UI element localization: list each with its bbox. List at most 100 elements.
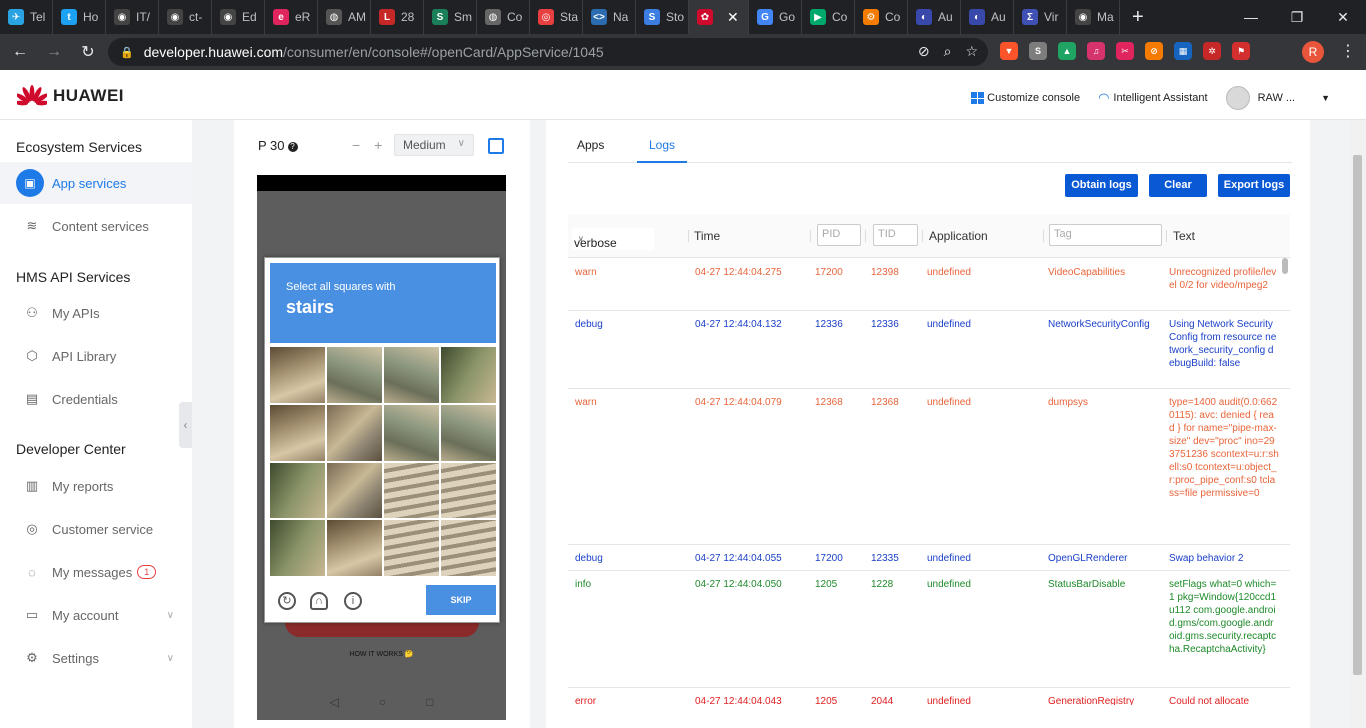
browser-tab[interactable]: ◉ ct-: [159, 0, 212, 34]
browser-tab[interactable]: ◍ AM: [318, 0, 371, 34]
audio-challenge-icon[interactable]: ∩: [310, 592, 328, 610]
browser-menu-icon[interactable]: ⋮: [1340, 41, 1356, 61]
user-menu[interactable]: RAW ... ▼: [1225, 86, 1330, 110]
tag-filter-input[interactable]: Tag: [1049, 224, 1162, 246]
browser-tab[interactable]: ◍ Co: [477, 0, 530, 34]
sidebar-item-my-account[interactable]: ▭ My account ∨: [0, 594, 192, 636]
sidebar-item-customer-service[interactable]: ◎ Customer service: [0, 508, 192, 550]
no-entry-icon[interactable]: ⊘: [1145, 42, 1163, 60]
zoom-icon[interactable]: ⌕: [944, 43, 952, 60]
phone-screen[interactable]: HOW IT WORKS 🤔 ◁ ○ □ Select all squares …: [257, 175, 506, 720]
browser-tab[interactable]: ◉ Ma: [1067, 0, 1120, 34]
browser-tab[interactable]: t Ho: [53, 0, 106, 34]
page-scrollbar[interactable]: [1349, 120, 1366, 728]
captcha-tile[interactable]: [441, 520, 496, 576]
bookmark-star-icon[interactable]: ☆: [965, 43, 978, 60]
scissors-icon[interactable]: ✂: [1116, 42, 1134, 60]
captcha-tile[interactable]: [327, 462, 382, 519]
profile-avatar[interactable]: R: [1302, 41, 1324, 63]
captcha-tile[interactable]: [384, 404, 439, 461]
browser-tab[interactable]: Σ Vir: [1014, 0, 1067, 34]
gear-ext-icon[interactable]: ✲: [1203, 42, 1221, 60]
address-bar[interactable]: 🔒 developer.huawei.com/consumer/en/conso…: [108, 38, 988, 66]
brave-shield-icon[interactable]: ▼: [1000, 42, 1018, 60]
sidebar-item-app-services[interactable]: ▣ App services: [0, 162, 192, 204]
browser-tab[interactable]: e eR: [265, 0, 318, 34]
help-icon[interactable]: ?: [287, 142, 298, 152]
browser-tab[interactable]: ▶ Co: [802, 0, 855, 34]
skype-icon[interactable]: S: [1029, 42, 1047, 60]
table-row[interactable]: error 04-27 12:44:04.043 1205 2044 undefined…: [568, 688, 1290, 705]
log-level-select[interactable]: ∨ verbose: [572, 228, 654, 250]
sidebar-item-content-services[interactable]: ≋ Content services: [0, 205, 192, 247]
browser-tab[interactable]: ✿ ✕: [689, 0, 749, 34]
reload-icon[interactable]: ↻: [74, 42, 102, 62]
collapse-sidebar-handle[interactable]: ‹: [179, 402, 192, 448]
browser-tab[interactable]: S Sto: [636, 0, 689, 34]
minimize-icon[interactable]: —: [1228, 9, 1274, 25]
captcha-tile[interactable]: [327, 404, 382, 461]
sidebar-item-my-apis[interactable]: ⚇ My APIs: [0, 292, 192, 334]
captcha-tile[interactable]: [441, 462, 496, 519]
intelligent-assistant-link[interactable]: ◠ Intelligent Assistant: [1098, 90, 1208, 106]
tab-apps[interactable]: Apps: [577, 138, 604, 152]
browser-tab[interactable]: ◎ Sta: [530, 0, 583, 34]
log-scrollbar-thumb[interactable]: [1282, 258, 1288, 274]
clear-button[interactable]: Clear: [1149, 174, 1207, 197]
table-row[interactable]: warn 04-27 12:44:04.275 17200 12398 undefine…: [568, 259, 1290, 311]
sidebar-item-credentials[interactable]: ▤ Credentials: [0, 378, 192, 420]
nav-back-icon[interactable]: ◁: [330, 695, 339, 709]
close-tab-icon[interactable]: ✕: [727, 9, 739, 26]
zoom-in-button[interactable]: +: [374, 137, 382, 153]
captcha-tile[interactable]: [270, 462, 325, 519]
camera-blocked-icon[interactable]: ⊘: [918, 43, 930, 60]
captcha-tile[interactable]: [384, 347, 439, 403]
table-row[interactable]: warn 04-27 12:44:04.079 12368 12368 undefine…: [568, 389, 1290, 545]
captcha-tile[interactable]: [384, 520, 439, 576]
browser-tab[interactable]: <> Na: [583, 0, 636, 34]
customize-console-link[interactable]: Customize console: [971, 92, 1080, 104]
music-icon[interactable]: ♫: [1087, 42, 1105, 60]
browser-tab[interactable]: G Go: [749, 0, 802, 34]
captcha-tile[interactable]: [384, 462, 439, 519]
captcha-tile[interactable]: [327, 347, 382, 403]
restore-icon[interactable]: ❐: [1274, 9, 1320, 26]
sidebar-item-my-reports[interactable]: ▥ My reports: [0, 465, 192, 507]
back-icon[interactable]: ←: [6, 43, 34, 61]
browser-tab[interactable]: ◉ IT/: [106, 0, 159, 34]
skip-button[interactable]: SKIP: [426, 585, 496, 615]
sidebar-item-api-library[interactable]: ⬡ API Library: [0, 335, 192, 377]
nav-recents-icon[interactable]: □: [426, 695, 433, 709]
tab-logs[interactable]: Logs: [636, 138, 688, 163]
close-window-icon[interactable]: ✕: [1320, 9, 1366, 26]
how-it-works-link[interactable]: HOW IT WORKS 🤔: [257, 650, 506, 658]
browser-tab[interactable]: ◐ Au: [961, 0, 1014, 34]
nav-home-icon[interactable]: ○: [379, 695, 386, 709]
browser-tab[interactable]: ◐ Au: [908, 0, 961, 34]
captcha-tile[interactable]: [327, 520, 382, 576]
browser-tab[interactable]: ◉ Ed: [212, 0, 265, 34]
google-drive-icon[interactable]: ▲: [1058, 42, 1076, 60]
zoom-out-button[interactable]: −: [352, 137, 360, 153]
sidebar-item-my-messages[interactable]: ◌ My messages 1: [0, 551, 192, 593]
table-row[interactable]: debug 04-27 12:44:04.132 12336 12336 undefin…: [568, 311, 1290, 389]
sidebar-item-settings[interactable]: ⚙ Settings ∨: [0, 637, 192, 679]
new-tab-button[interactable]: +: [1132, 6, 1144, 29]
forward-icon[interactable]: →: [40, 43, 68, 61]
table-row[interactable]: debug 04-27 12:44:04.055 17200 12335 undefin…: [568, 545, 1290, 571]
info-icon[interactable]: i: [344, 592, 362, 610]
huawei-logo[interactable]: HUAWEI: [17, 84, 124, 108]
browser-tab[interactable]: S Sm: [424, 0, 477, 34]
obtain-logs-button[interactable]: Obtain logs: [1065, 174, 1138, 197]
captcha-tile[interactable]: [441, 404, 496, 461]
rotate-screen-icon[interactable]: [488, 138, 504, 154]
browser-tab[interactable]: L 28: [371, 0, 424, 34]
captcha-tile[interactable]: [270, 404, 325, 461]
table-row[interactable]: info 04-27 12:44:04.050 1205 1228 undefined S…: [568, 571, 1290, 688]
browser-tab[interactable]: ✈ Tel: [0, 0, 53, 34]
reload-challenge-icon[interactable]: ↻: [278, 592, 296, 610]
export-logs-button[interactable]: Export logs: [1218, 174, 1290, 197]
pid-filter-input[interactable]: PID: [817, 224, 861, 246]
captcha-tile[interactable]: [441, 347, 496, 403]
tid-filter-input[interactable]: TID: [873, 224, 918, 246]
